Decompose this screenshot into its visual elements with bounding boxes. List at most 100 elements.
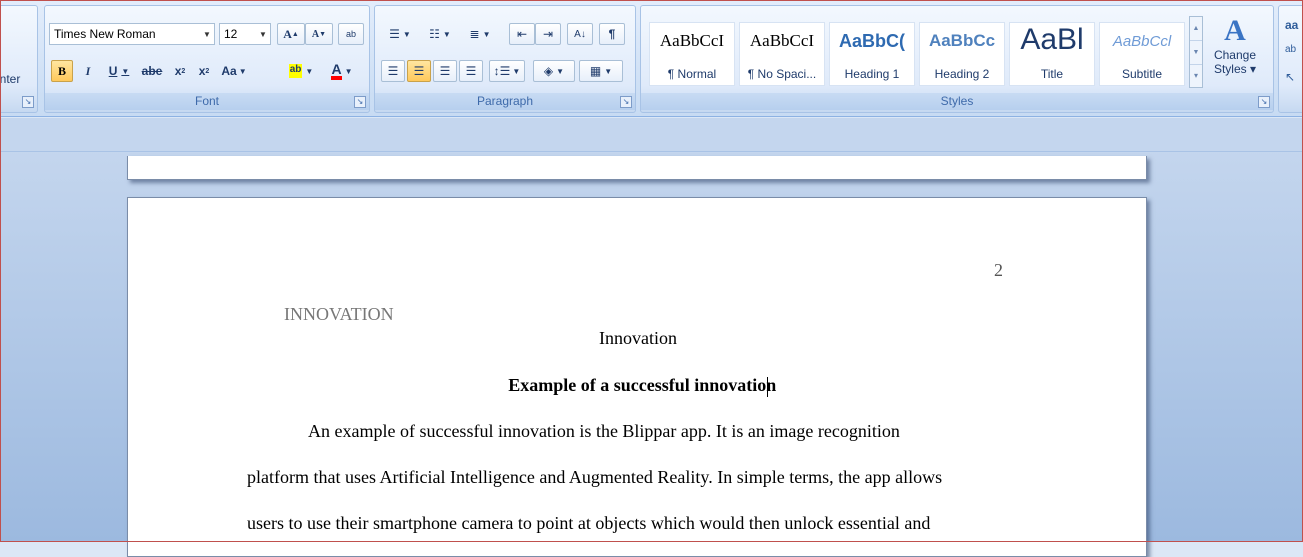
document-title: Innovation	[599, 328, 677, 348]
scroll-up-icon[interactable]: ▲	[1190, 17, 1202, 41]
clear-formatting-icon: ab	[345, 29, 356, 39]
font-launcher-icon[interactable]: ↘	[354, 96, 366, 108]
paragraph-launcher-icon[interactable]: ↘	[620, 96, 632, 108]
body-line: platform that uses Artificial Intelligen…	[247, 467, 943, 487]
previous-page	[127, 156, 1147, 180]
font-name-value: Times New Roman	[54, 27, 156, 41]
font-color-icon: A	[331, 62, 342, 80]
shrink-font-button[interactable]: A ▼	[305, 23, 333, 45]
bullets-button[interactable]: ☰ ▼	[381, 23, 419, 45]
editing-group: aa ab ↖	[1278, 5, 1303, 113]
highlight-icon: ab	[288, 64, 303, 78]
styles-launcher-icon[interactable]: ↘	[1258, 96, 1270, 108]
sort-button[interactable]: A↓	[567, 23, 593, 45]
change-styles-icon: A	[1224, 14, 1246, 47]
style-sample: AaBbCcI	[659, 31, 725, 50]
style-sample: AaBbCcl	[1112, 33, 1172, 50]
section-heading: Example of a successful innovation	[128, 375, 1148, 397]
bullets-icon: ☰	[389, 27, 400, 41]
running-head: INNOVATION	[284, 304, 394, 324]
replace-icon[interactable]: ab	[1285, 44, 1296, 55]
strikethrough-button[interactable]: abe	[137, 60, 167, 82]
style-name: Title	[1040, 67, 1064, 81]
shading-button[interactable]: ◈ ▼	[533, 60, 575, 82]
ribbon: inter ↘ Times New Roman ▼ 12 ▼ A▲ A▼ ab …	[0, 0, 1303, 117]
styles-group: AaBbCcI ¶ Normal AaBbCcI ¶ No Spaci... A…	[640, 5, 1274, 113]
style-name: Subtitle	[1121, 67, 1163, 81]
style-name: ¶ Normal	[667, 67, 717, 81]
change-styles-button[interactable]: A Change Styles ▾	[1207, 14, 1263, 96]
paragraph-group: ☰ ▼ ☷ ▼ ≣ ▼ ⇤ ⇥ A↓ ¶ ☰ ☰ ☰ ☰ ↕☰ ▼ ◈ ▼ ▦ …	[374, 5, 636, 113]
clipboard-launcher-icon[interactable]: ↘	[22, 96, 34, 108]
find-icon[interactable]: aa	[1285, 18, 1298, 32]
font-group-label: Font	[45, 93, 369, 110]
style-title[interactable]: AaBl Title	[1009, 22, 1095, 86]
font-size-value: 12	[224, 27, 238, 41]
select-icon[interactable]: ↖	[1285, 70, 1295, 84]
style-name: ¶ No Spaci...	[747, 67, 817, 81]
style-heading-2[interactable]: AaBbCc Heading 2	[919, 22, 1005, 86]
superscript-button[interactable]: x2	[193, 60, 215, 82]
style-heading-1[interactable]: AaBbC( Heading 1	[829, 22, 915, 86]
align-center-icon: ☰	[413, 64, 425, 78]
scroll-down-icon[interactable]: ▼	[1190, 41, 1202, 65]
underline-button[interactable]: U ▼	[103, 60, 135, 82]
numbering-button[interactable]: ☷ ▼	[421, 23, 459, 45]
clipboard-group: inter ↘	[0, 5, 38, 113]
borders-icon: ▦	[589, 64, 602, 78]
line-spacing-icon: ↕☰	[493, 64, 511, 78]
bold-button[interactable]: B	[51, 60, 73, 82]
grow-font-button[interactable]: A ▲	[277, 23, 305, 45]
subscript-button[interactable]: x2	[169, 60, 191, 82]
font-group: Times New Roman ▼ 12 ▼ A ▲ A ▼ ab B I U ▼ a…	[44, 5, 370, 113]
align-center-button[interactable]: ☰	[407, 60, 431, 82]
decrease-indent-button[interactable]: ⇤	[509, 23, 535, 45]
style-name: Heading 2	[934, 67, 990, 81]
font-color-button[interactable]: A ▼	[323, 60, 361, 82]
increase-indent-icon: ⇥	[542, 27, 554, 41]
highlight-button[interactable]: ab ▼	[283, 60, 319, 82]
align-right-icon: ☰	[439, 64, 451, 78]
document-page[interactable]: 2 INNOVATION Innovation Example of a suc…	[127, 197, 1147, 557]
numbering-icon: ☷	[429, 27, 440, 41]
change-styles-label: Change	[1213, 48, 1257, 62]
show-hide-button[interactable]: ¶	[599, 23, 625, 45]
style-normal[interactable]: AaBbCcI ¶ Normal	[649, 22, 735, 86]
style-subtitle[interactable]: AaBbCcl Subtitle	[1099, 22, 1185, 86]
page-number: 2	[994, 260, 1003, 280]
more-styles-icon[interactable]: ▾	[1190, 65, 1202, 87]
sort-icon: A↓	[574, 28, 586, 40]
paragraph-group-label: Paragraph	[375, 93, 635, 110]
style-sample: AaBl	[1020, 23, 1084, 56]
document-area: 2 INNOVATION Innovation Example of a suc…	[0, 118, 1303, 557]
align-left-button[interactable]: ☰	[381, 60, 405, 82]
line-spacing-button[interactable]: ↕☰ ▼	[489, 60, 525, 82]
ruler-strip	[0, 118, 1303, 152]
increase-indent-button[interactable]: ⇥	[535, 23, 561, 45]
align-left-icon: ☰	[387, 64, 399, 78]
borders-button[interactable]: ▦ ▼	[579, 60, 623, 82]
style-name: Heading 1	[844, 67, 900, 81]
justify-icon: ☰	[465, 64, 477, 78]
font-size-field[interactable]: 12 ▼	[219, 23, 271, 45]
styles-scrollbar[interactable]: ▲ ▼ ▾	[1189, 16, 1203, 88]
align-right-button[interactable]: ☰	[433, 60, 457, 82]
body-line: users to use their smartphone camera to …	[247, 513, 931, 533]
change-case-button[interactable]: Aa ▼	[217, 60, 251, 82]
change-styles-label-2: Styles ▾	[1213, 62, 1257, 76]
style-sample: AaBbCcI	[749, 31, 815, 50]
clear-formatting-button[interactable]: ab	[338, 23, 364, 45]
multilevel-list-icon: ≣	[469, 27, 480, 41]
font-name-field[interactable]: Times New Roman ▼	[49, 23, 215, 45]
style-no-spacing[interactable]: AaBbCcI ¶ No Spaci...	[739, 22, 825, 86]
paint-bucket-icon: ◈	[543, 64, 554, 78]
style-sample: AaBbCc	[928, 31, 996, 50]
body-line: An example of successful innovation is t…	[308, 421, 900, 441]
chevron-down-icon[interactable]: ▼	[200, 24, 214, 44]
style-sample: AaBbC(	[839, 31, 905, 51]
multilevel-list-button[interactable]: ≣ ▼	[461, 23, 499, 45]
justify-button[interactable]: ☰	[459, 60, 483, 82]
chevron-down-icon[interactable]: ▼	[256, 24, 270, 44]
italic-button[interactable]: I	[77, 60, 99, 82]
format-painter-button[interactable]: inter	[0, 72, 20, 86]
